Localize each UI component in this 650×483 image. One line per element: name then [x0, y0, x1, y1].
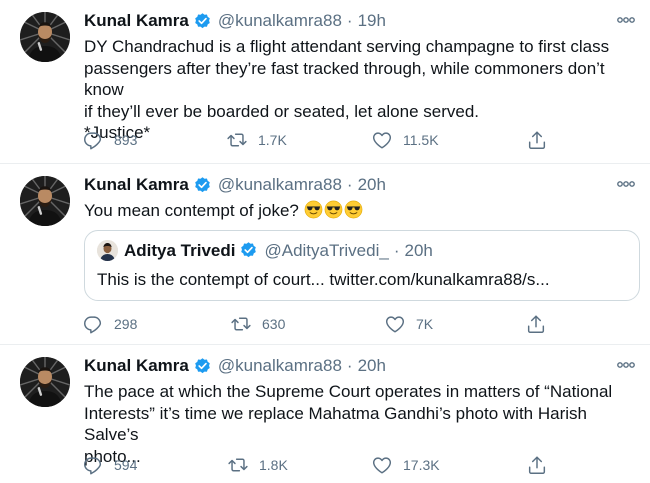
- reply-count: 298: [114, 316, 138, 332]
- author-handle[interactable]: @kunalkamra88: [218, 11, 342, 31]
- avatar[interactable]: [20, 176, 70, 226]
- tweet-text-line: DY Chandrachud is a flight attendant ser…: [84, 37, 610, 56]
- retweet-icon: [227, 454, 249, 476]
- share-icon: [526, 454, 548, 476]
- more-options-button[interactable]: [616, 355, 636, 375]
- tweet-actions: 298 630 7K: [82, 313, 562, 337]
- retweet-button[interactable]: 630: [230, 313, 285, 335]
- quoted-avatar: [97, 240, 118, 261]
- tweet-header: Kunal Kamra @kunalkamra88 · 19h: [84, 10, 386, 32]
- reply-count: 893: [114, 132, 138, 148]
- reply-button[interactable]: 893: [82, 129, 137, 151]
- like-button[interactable]: 11.5K: [371, 129, 439, 151]
- retweet-count: 1.7K: [258, 132, 287, 148]
- retweet-button[interactable]: 1.7K: [226, 129, 287, 151]
- share-button[interactable]: [526, 129, 548, 151]
- quoted-author-name: Aditya Trivedi: [124, 240, 236, 260]
- quoted-tweet-header: Aditya Trivedi @AdityaTrivedi_ · 20h: [97, 240, 433, 261]
- reply-button[interactable]: 298: [82, 313, 137, 335]
- reply-button[interactable]: 594: [82, 454, 137, 476]
- verified-badge-icon: [239, 241, 258, 260]
- tweet-text: You mean contempt of joke?: [84, 200, 629, 222]
- tweet[interactable]: Kunal Kamra @kunalkamra88 · 20h The pace…: [0, 345, 650, 483]
- like-count: 11.5K: [403, 132, 439, 148]
- tweet-time[interactable]: 19h: [358, 11, 386, 31]
- like-icon: [371, 454, 393, 476]
- reply-count: 594: [114, 457, 138, 473]
- tweet-text-line: The pace at which the Supreme Court oper…: [84, 382, 613, 401]
- quoted-tweet[interactable]: Aditya Trivedi @AdityaTrivedi_ · 20h Thi…: [84, 230, 640, 301]
- avatar[interactable]: [20, 357, 70, 407]
- tweet[interactable]: Kunal Kamra @kunalkamra88 · 20h You mean…: [0, 164, 650, 345]
- tweet-time[interactable]: 20h: [358, 356, 386, 376]
- verified-badge-icon: [193, 357, 212, 376]
- separator-dot: ·: [393, 240, 400, 260]
- separator-dot: ·: [346, 175, 353, 194]
- share-icon: [525, 313, 547, 335]
- like-button[interactable]: 17.3K: [371, 454, 440, 476]
- tweet-text-line: Interests” it’s time we replace Mahatma …: [84, 403, 587, 445]
- share-button[interactable]: [525, 313, 547, 335]
- like-count: 17.3K: [403, 457, 440, 473]
- avatar[interactable]: [20, 12, 70, 62]
- verified-badge-icon: [193, 12, 212, 31]
- share-button[interactable]: [526, 454, 548, 476]
- tweet-feed: Kunal Kamra @kunalkamra88 · 19h DY Chand…: [0, 0, 650, 483]
- tweet-text-line: passengers after they’re fast tracked th…: [84, 58, 605, 100]
- more-options-button[interactable]: [616, 10, 636, 30]
- tweet-header: Kunal Kamra @kunalkamra88 · 20h: [84, 355, 386, 377]
- author-handle[interactable]: @kunalkamra88: [218, 175, 342, 195]
- tweet[interactable]: Kunal Kamra @kunalkamra88 · 19h DY Chand…: [0, 0, 650, 164]
- more-icon: [616, 174, 636, 194]
- separator-dot: ·: [346, 11, 353, 30]
- like-icon: [384, 313, 406, 335]
- author-name[interactable]: Kunal Kamra: [84, 11, 189, 31]
- author-name[interactable]: Kunal Kamra: [84, 175, 189, 195]
- retweet-count: 630: [262, 316, 286, 332]
- reply-icon: [82, 313, 104, 335]
- retweet-icon: [226, 129, 248, 151]
- retweet-icon: [230, 313, 252, 335]
- quoted-tweet-text: This is the contempt of court... twitter…: [97, 270, 550, 289]
- avatar-image: [20, 12, 70, 62]
- sunglasses-emoji-icon: [304, 200, 323, 219]
- quoted-tweet-time: 20h: [404, 240, 433, 260]
- tweet-text: DY Chandrachud is a flight attendant ser…: [84, 36, 629, 144]
- verified-badge-icon: [193, 176, 212, 195]
- tweet-text-line: if they’ll ever be boarded or seated, le…: [84, 101, 480, 121]
- like-icon: [371, 129, 393, 151]
- more-icon: [616, 355, 636, 375]
- separator-dot: ·: [346, 356, 353, 375]
- tweet-time[interactable]: 20h: [358, 175, 386, 195]
- author-handle[interactable]: @kunalkamra88: [218, 356, 342, 376]
- like-count: 7K: [416, 316, 434, 332]
- like-button[interactable]: 7K: [384, 313, 433, 335]
- retweet-count: 1.8K: [259, 457, 288, 473]
- tweet-actions: 893 1.7K 11.5K: [82, 129, 562, 153]
- sunglasses-emoji-icon: [344, 200, 363, 219]
- more-options-button[interactable]: [616, 174, 636, 194]
- tweet-text-content: You mean contempt of joke?: [84, 201, 299, 220]
- more-icon: [616, 10, 636, 30]
- sunglasses-emoji-icon: [324, 200, 343, 219]
- tweet-header: Kunal Kamra @kunalkamra88 · 20h: [84, 174, 386, 196]
- avatar-image: [20, 176, 70, 226]
- avatar-image: [20, 357, 70, 407]
- quoted-author-handle: @AdityaTrivedi_: [264, 240, 389, 260]
- tweet-text-line: You mean contempt of joke?: [84, 200, 629, 222]
- share-icon: [526, 129, 548, 151]
- author-name[interactable]: Kunal Kamra: [84, 356, 189, 376]
- reply-icon: [82, 129, 104, 151]
- retweet-button[interactable]: 1.8K: [227, 454, 288, 476]
- reply-icon: [82, 454, 104, 476]
- tweet-actions: 594 1.8K 17.3K: [82, 454, 562, 478]
- quoted-avatar-image: [97, 240, 118, 261]
